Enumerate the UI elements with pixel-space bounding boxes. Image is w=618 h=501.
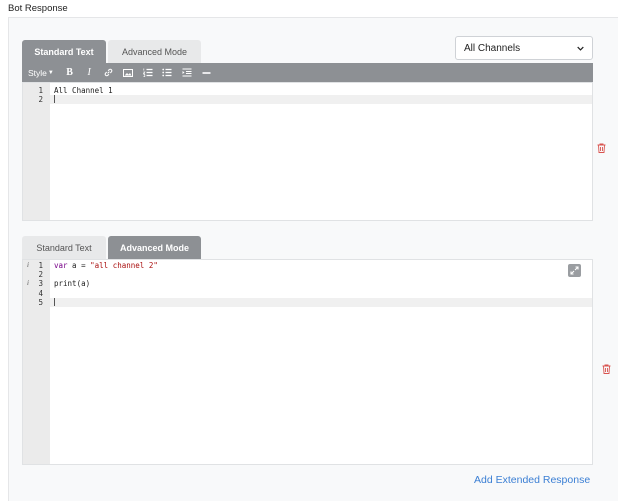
text-cursor [54, 95, 55, 103]
channel-select[interactable]: All Channels [455, 36, 593, 60]
text-cursor [54, 298, 55, 306]
active-line-highlight [50, 298, 592, 307]
line-number: 2 [38, 270, 43, 279]
bold-icon[interactable]: B [60, 63, 80, 82]
add-extended-response-link[interactable]: Add Extended Response [474, 474, 590, 486]
unordered-list-icon[interactable] [157, 63, 177, 82]
indent-icon[interactable] [177, 63, 197, 82]
chevron-down-icon [577, 46, 584, 51]
advanced-code-editor[interactable]: i i 1 2 3 4 5 var a = "all channel 2" pr… [22, 259, 593, 465]
tab-standard-text-2[interactable]: Standard Text [22, 236, 106, 260]
section-title: Bot Response [8, 3, 68, 14]
tab-standard-text-1[interactable]: Standard Text [22, 40, 106, 64]
expand-icon[interactable] [568, 264, 581, 277]
code-line: var a = "all channel 2" [54, 261, 158, 270]
line-number: 3 [38, 279, 43, 288]
tab-advanced-mode-1[interactable]: Advanced Mode [108, 40, 201, 64]
line-number: 2 [38, 95, 43, 104]
link-icon[interactable] [99, 63, 119, 82]
italic-icon[interactable]: I [79, 63, 99, 82]
ordered-list-icon[interactable] [138, 63, 158, 82]
lint-marker-icon: i [27, 279, 29, 287]
code-line: All Channel 1 [54, 86, 113, 95]
active-line-highlight [50, 95, 592, 104]
image-icon[interactable] [118, 63, 138, 82]
standard-text-editor[interactable]: 1 2 All Channel 1 [22, 82, 593, 221]
style-dropdown[interactable]: Style ▼ [28, 68, 54, 78]
trash-icon[interactable] [597, 143, 606, 153]
code-line: print(a) [54, 279, 91, 288]
line-number: 1 [38, 261, 43, 270]
lint-marker-icon: i [27, 261, 29, 269]
line-gutter: i i 1 2 3 4 5 [23, 260, 50, 464]
tab-advanced-mode-2[interactable]: Advanced Mode [108, 236, 201, 260]
line-number: 4 [38, 289, 43, 298]
line-number: 5 [38, 298, 43, 307]
horizontal-rule-icon[interactable] [196, 63, 216, 82]
editor-toolbar: Style ▼ B I [22, 63, 593, 82]
line-number: 1 [38, 86, 43, 95]
line-gutter: 1 2 [23, 83, 50, 220]
channel-select-value: All Channels [464, 42, 521, 54]
trash-icon[interactable] [602, 364, 611, 374]
